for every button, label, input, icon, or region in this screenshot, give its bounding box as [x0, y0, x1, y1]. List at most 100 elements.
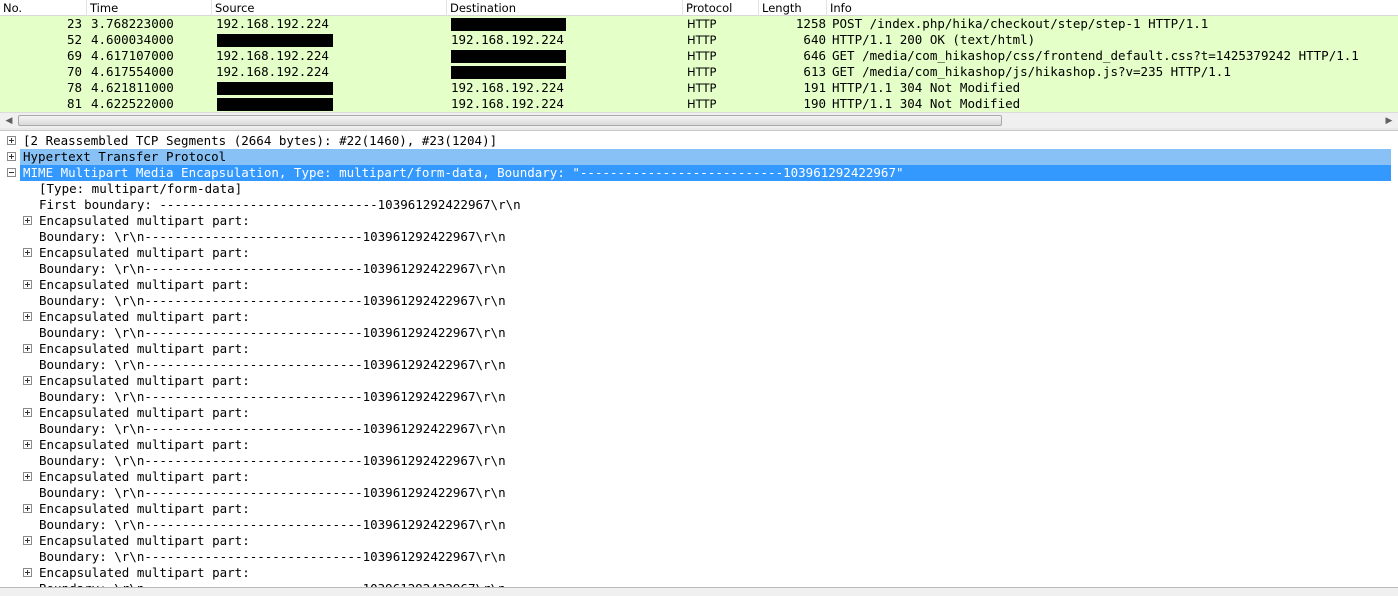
packet-row[interactable]: 23 3.768223000 192.168.192.224 HTTP 1258…	[0, 16, 1398, 32]
column-separator[interactable]	[682, 0, 683, 16]
tree-row-boundary[interactable]: Boundary: \r\n--------------------------…	[0, 517, 1398, 533]
packet-row[interactable]: 70 4.617554000 192.168.192.224 HTTP 613 …	[0, 64, 1398, 80]
tree-label: Encapsulated multipart part:	[39, 501, 250, 516]
tree-row-boundary[interactable]: Boundary: \r\n--------------------------…	[0, 261, 1398, 277]
expand-plus-icon[interactable]	[23, 248, 32, 257]
packet-protocol: HTTP	[687, 33, 717, 47]
packet-time: 4.621811000	[91, 80, 174, 95]
tree-row-reassembled[interactable]: [2 Reassembled TCP Segments (2664 bytes)…	[0, 133, 1398, 149]
packet-time: 4.617554000	[91, 64, 174, 79]
tree-row-part[interactable]: Encapsulated multipart part:	[0, 565, 1398, 581]
tree-label: Encapsulated multipart part:	[39, 533, 250, 548]
packet-row[interactable]: 69 4.617107000 192.168.192.224 HTTP 646 …	[0, 48, 1398, 64]
tree-row-part[interactable]: Encapsulated multipart part:	[0, 245, 1398, 261]
expand-plus-icon[interactable]	[23, 408, 32, 417]
scroll-right-icon[interactable]: ▶	[1381, 114, 1397, 128]
expand-plus-icon[interactable]	[23, 568, 32, 577]
packet-source: 192.168.192.224	[216, 48, 329, 63]
expand-plus-icon[interactable]	[7, 136, 16, 145]
packet-length: 640	[803, 32, 826, 47]
packet-destination: 192.168.192.224	[451, 80, 564, 95]
packet-info: HTTP/1.1 200 OK (text/html)	[832, 32, 1036, 47]
tree-row-part[interactable]: Encapsulated multipart part:	[0, 277, 1398, 293]
column-source[interactable]: Source	[215, 1, 255, 15]
column-separator[interactable]	[758, 0, 759, 16]
tree-row-part[interactable]: Encapsulated multipart part:	[0, 501, 1398, 517]
tree-row-mime[interactable]: MIME Multipart Media Encapsulation, Type…	[20, 165, 1391, 181]
expand-plus-icon[interactable]	[23, 440, 32, 449]
column-separator[interactable]	[826, 0, 827, 16]
redacted-source	[217, 98, 333, 111]
packet-details-tree[interactable]: [2 Reassembled TCP Segments (2664 bytes)…	[0, 131, 1398, 587]
tree-row-part[interactable]: Encapsulated multipart part:	[0, 533, 1398, 549]
collapse-minus-icon[interactable]	[7, 168, 16, 177]
packet-length: 190	[803, 96, 826, 111]
tree-row-boundary[interactable]: Boundary: \r\n--------------------------…	[0, 453, 1398, 469]
expand-plus-icon[interactable]	[23, 536, 32, 545]
packet-no: 78	[66, 80, 82, 95]
tree-row-part[interactable]: Encapsulated multipart part:	[0, 437, 1398, 453]
tree-label: Boundary: \r\n--------------------------…	[39, 325, 506, 340]
tree-row-http[interactable]: Hypertext Transfer Protocol	[20, 149, 1391, 165]
tree-label: Encapsulated multipart part:	[39, 277, 250, 292]
expand-plus-icon[interactable]	[23, 472, 32, 481]
packet-protocol: HTTP	[687, 17, 717, 31]
packet-info: GET /media/com_hikashop/css/frontend_def…	[832, 48, 1359, 63]
tree-row-boundary[interactable]: Boundary: \r\n--------------------------…	[0, 357, 1398, 373]
tree-label: Boundary: \r\n--------------------------…	[39, 261, 506, 276]
packet-length: 613	[803, 64, 826, 79]
packet-time: 4.617107000	[91, 48, 174, 63]
redacted-destination	[451, 18, 566, 31]
tree-row-part[interactable]: Encapsulated multipart part:	[0, 341, 1398, 357]
packet-protocol: HTTP	[687, 65, 717, 79]
packet-row[interactable]: 52 4.600034000 192.168.192.224 HTTP 640 …	[0, 32, 1398, 48]
tree-row-part[interactable]: Encapsulated multipart part:	[0, 405, 1398, 421]
packet-no: 69	[66, 48, 82, 63]
tree-row-boundary[interactable]: Boundary: \r\n--------------------------…	[0, 485, 1398, 501]
packet-row[interactable]: 81 4.622522000 192.168.192.224 HTTP 190 …	[0, 96, 1398, 112]
column-destination[interactable]: Destination	[450, 1, 516, 15]
expand-plus-icon[interactable]	[23, 280, 32, 289]
expand-plus-icon[interactable]	[23, 312, 32, 321]
packet-no: 81	[66, 96, 82, 111]
tree-row-part[interactable]: Encapsulated multipart part:	[0, 373, 1398, 389]
tree-row-part[interactable]: Encapsulated multipart part:	[0, 213, 1398, 229]
tree-row-part[interactable]: Encapsulated multipart part:	[0, 309, 1398, 325]
expand-plus-icon[interactable]	[7, 152, 16, 161]
scrollbar-thumb[interactable]	[18, 115, 1002, 126]
horizontal-scrollbar[interactable]: ◀ ▶	[0, 112, 1398, 128]
expand-plus-icon[interactable]	[23, 376, 32, 385]
column-separator[interactable]	[86, 0, 87, 16]
scroll-left-icon[interactable]: ◀	[1, 114, 17, 128]
column-info[interactable]: Info	[830, 1, 852, 15]
tree-row-type[interactable]: [Type: multipart/form-data]	[0, 181, 1398, 197]
packet-no: 70	[66, 64, 82, 79]
packet-no: 23	[66, 16, 82, 31]
column-protocol[interactable]: Protocol	[686, 1, 732, 15]
packet-row[interactable]: 78 4.621811000 192.168.192.224 HTTP 191 …	[0, 80, 1398, 96]
tree-row-part[interactable]: Encapsulated multipart part:	[0, 469, 1398, 485]
packet-list[interactable]: No. Time Source Destination Protocol Len…	[0, 0, 1398, 128]
expand-plus-icon[interactable]	[23, 504, 32, 513]
packet-time: 4.622522000	[91, 96, 174, 111]
tree-row-boundary[interactable]: Boundary: \r\n--------------------------…	[0, 325, 1398, 341]
tree-row-boundary[interactable]: Boundary: \r\n--------------------------…	[0, 293, 1398, 309]
expand-plus-icon[interactable]	[23, 344, 32, 353]
tree-row-first-boundary[interactable]: First boundary: ------------------------…	[0, 197, 1398, 213]
column-time[interactable]: Time	[90, 1, 118, 15]
column-length[interactable]: Length	[762, 1, 802, 15]
column-separator[interactable]	[211, 0, 212, 16]
tree-row-boundary[interactable]: Boundary: \r\n--------------------------…	[0, 229, 1398, 245]
tree-label: Encapsulated multipart part:	[39, 309, 250, 324]
column-no[interactable]: No.	[3, 1, 22, 15]
tree-label: Encapsulated multipart part:	[39, 405, 250, 420]
tree-label: Encapsulated multipart part:	[39, 341, 250, 356]
tree-row-boundary[interactable]: Boundary: \r\n--------------------------…	[0, 421, 1398, 437]
redacted-source	[217, 82, 333, 95]
column-separator[interactable]	[446, 0, 447, 16]
tree-label: [2 Reassembled TCP Segments (2664 bytes)…	[23, 133, 498, 148]
expand-plus-icon[interactable]	[23, 216, 32, 225]
tree-row-boundary[interactable]: Boundary: \r\n--------------------------…	[0, 389, 1398, 405]
tree-label: Boundary: \r\n--------------------------…	[39, 549, 506, 564]
tree-row-boundary[interactable]: Boundary: \r\n--------------------------…	[0, 549, 1398, 565]
